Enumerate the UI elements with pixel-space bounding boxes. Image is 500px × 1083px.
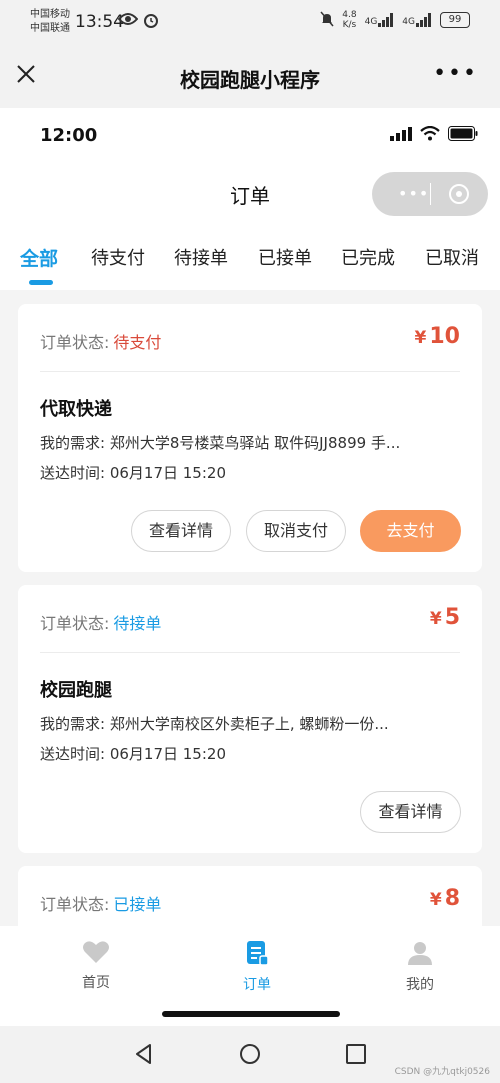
- tab-completed[interactable]: 已完成: [341, 244, 395, 270]
- order-status: 订单状态: 待接单: [40, 610, 161, 634]
- order-status: 订单状态: 已接单: [40, 891, 161, 915]
- order-status-label: 订单状态:: [40, 333, 110, 352]
- order-price: ¥10: [415, 324, 460, 349]
- app-area: 12:00 订单 ••• 全部 待支付 待接单 已接单 已完成 已取消 订单状态…: [0, 108, 500, 1026]
- order-status-value: 待支付: [113, 333, 162, 352]
- inner-status-bar: 12:00: [0, 108, 500, 164]
- tabbar-label-orders: 订单: [243, 977, 271, 993]
- home-indicator: [162, 1011, 340, 1017]
- signal-2: 4G: [402, 13, 432, 27]
- alarm-icon: [143, 12, 159, 32]
- back-icon[interactable]: [133, 1043, 155, 1065]
- inner-status-icons: [390, 125, 478, 145]
- order-status-label: 订单状态:: [40, 614, 110, 633]
- mini-program-title: 校园跑腿小程序: [180, 68, 320, 92]
- order-tabs: 全部 待支付 待接单 已接单 已完成 已取消: [0, 224, 500, 290]
- tab-accepted[interactable]: 已接单: [258, 244, 312, 270]
- carrier-1: 中国移动: [30, 9, 70, 20]
- order-status: 订单状态: 待支付: [40, 329, 161, 353]
- signal-bars-icon: [416, 13, 431, 27]
- tabbar-item-home[interactable]: 首页: [56, 940, 136, 992]
- card-divider: [40, 652, 460, 653]
- pay-button[interactable]: 去支付: [360, 510, 461, 552]
- tab-pending-accept[interactable]: 待接单: [174, 244, 228, 270]
- signal-1-label: 4G: [364, 17, 378, 27]
- tab-cancelled[interactable]: 已取消: [425, 244, 479, 270]
- tab-all[interactable]: 全部: [20, 244, 58, 271]
- eye-icon: [117, 12, 139, 30]
- view-details-button[interactable]: 查看详情: [360, 791, 461, 833]
- tabbar-item-profile[interactable]: 我的: [380, 940, 460, 994]
- currency-symbol: ¥: [414, 328, 427, 348]
- active-tab-indicator: [29, 280, 53, 285]
- order-requirement: 我的需求: 郑州大学8号楼菜鸟驿站 取件码JJ8899 手...: [40, 434, 401, 452]
- capsule-more-icon[interactable]: •••: [398, 184, 429, 203]
- order-price-value: 5: [444, 605, 460, 630]
- cellular-icon: [390, 126, 412, 145]
- signal-2-label: 4G: [402, 17, 415, 27]
- capsule-close-icon[interactable]: [449, 184, 469, 204]
- order-delivery-time: 送达时间: 06月17日 15:20: [40, 464, 226, 482]
- more-icon[interactable]: •••: [433, 63, 478, 85]
- net-speed-unit: K/s: [342, 20, 357, 30]
- order-requirement: 我的需求: 郑州大学南校区外卖柜子上, 螺蛳粉一份...: [40, 715, 389, 733]
- inner-clock: 12:00: [40, 125, 98, 146]
- carrier-info: 中国移动 中国联通: [30, 8, 70, 36]
- order-type: 校园跑腿: [40, 680, 112, 701]
- cancel-payment-button[interactable]: 取消支付: [246, 510, 346, 552]
- recents-icon[interactable]: [345, 1043, 367, 1065]
- currency-symbol: ¥: [429, 890, 442, 910]
- mini-program-header: 校园跑腿小程序 •••: [0, 46, 500, 108]
- battery-full-icon: [448, 126, 478, 145]
- android-nav-bar: CSDN @九九qtkj0526: [0, 1026, 500, 1083]
- order-price-value: 10: [429, 324, 460, 349]
- tabbar-label-profile: 我的: [406, 977, 434, 993]
- order-price-value: 8: [444, 886, 460, 911]
- tab-pending-payment[interactable]: 待支付: [91, 244, 145, 270]
- phone-clock: 13:54: [75, 12, 124, 32]
- order-status-label: 订单状态:: [40, 895, 110, 914]
- tabbar-label-home: 首页: [82, 975, 110, 991]
- phone-status-bar: 中国移动 中国联通 13:54 4.8 K/s 4G 4G 99: [0, 0, 500, 46]
- battery-icon: 99: [440, 12, 470, 28]
- nav-bar: 订单 •••: [0, 164, 500, 224]
- currency-symbol: ¥: [429, 609, 442, 629]
- status-icons-right: 4.8 K/s 4G 4G 99: [320, 10, 470, 30]
- order-type: 代取快递: [40, 399, 112, 420]
- wifi-icon: [420, 125, 440, 145]
- home-icon[interactable]: [239, 1043, 261, 1065]
- net-speed: 4.8 K/s: [342, 10, 356, 30]
- capsule-divider: [430, 183, 431, 205]
- order-card[interactable]: 订单状态: 待支付 ¥10 代取快递 我的需求: 郑州大学8号楼菜鸟驿站 取件码J…: [18, 304, 482, 572]
- order-status-value: 待接单: [113, 614, 162, 633]
- carrier-2: 中国联通: [30, 23, 70, 34]
- tabbar-item-orders[interactable]: 订单: [217, 940, 297, 994]
- order-card[interactable]: 订单状态: 待接单 ¥5 校园跑腿 我的需求: 郑州大学南校区外卖柜子上, 螺蛳粉…: [18, 585, 482, 853]
- heart-icon: [82, 941, 110, 968]
- person-icon: [407, 942, 433, 970]
- order-price: ¥8: [430, 886, 460, 911]
- order-status-value: 已接单: [113, 895, 162, 914]
- signal-1: 4G: [365, 13, 395, 27]
- watermark: CSDN @九九qtkj0526: [394, 1067, 490, 1077]
- order-price: ¥5: [430, 605, 460, 630]
- capsule-menu[interactable]: •••: [372, 172, 488, 216]
- net-speed-value: 4.8: [342, 10, 357, 20]
- view-details-button[interactable]: 查看详情: [131, 510, 231, 552]
- card-divider: [40, 371, 460, 372]
- order-icon: [244, 941, 270, 970]
- signal-bars-icon: [378, 13, 394, 27]
- mute-icon: [320, 11, 334, 30]
- order-delivery-time: 送达时间: 06月17日 15:20: [40, 745, 226, 763]
